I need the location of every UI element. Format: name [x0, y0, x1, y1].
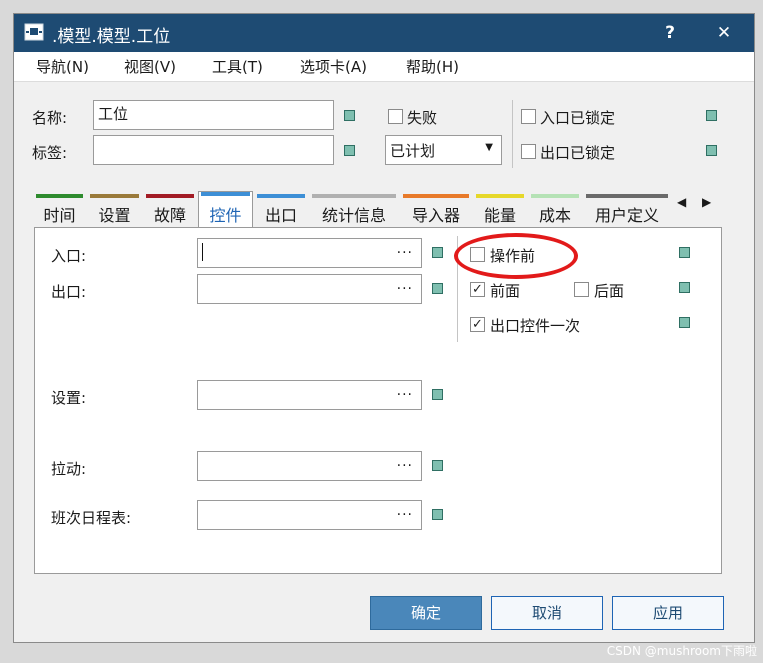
tab-color-bar [36, 194, 83, 198]
cancel-button[interactable]: 取消 [491, 596, 603, 630]
tab-label: 出口 [264, 206, 297, 225]
menu-bar: 导航(N) 视图(V) 工具(T) 选项卡(A) 帮助(H) [14, 52, 754, 82]
tab-label: 能量 [483, 206, 516, 225]
before-operation-indicator-icon[interactable] [679, 247, 690, 258]
failed-label: 失败 [407, 109, 438, 127]
pull-indicator-icon[interactable] [432, 460, 443, 471]
tab-cost[interactable]: 成本 [529, 194, 581, 226]
tab-color-bar [201, 192, 250, 196]
tab-time[interactable]: 时间 [34, 194, 85, 226]
apply-button[interactable]: 应用 [612, 596, 724, 630]
highlight-circle [454, 233, 578, 279]
title-bar: .模型.模型.工位 ? ✕ [14, 14, 754, 52]
exit-label: 出口: [51, 283, 87, 301]
tab-failures[interactable]: 故障 [144, 194, 196, 226]
shift-calendar-field[interactable]: ... [197, 500, 422, 530]
pull-label: 拉动: [51, 460, 87, 478]
setup-label: 设置: [51, 389, 87, 407]
tab-color-bar [476, 194, 524, 198]
station-icon [24, 23, 44, 41]
tab-color-bar [146, 194, 194, 198]
close-button[interactable]: ✕ [710, 20, 738, 46]
tag-field[interactable] [93, 135, 334, 165]
tab-prev-icon[interactable]: ◀ [677, 195, 686, 209]
dialog-window: .模型.模型.工位 ? ✕ 导航(N) 视图(V) 工具(T) 选项卡(A) 帮… [13, 13, 755, 643]
setup-indicator-icon[interactable] [432, 389, 443, 400]
exit-control-once-indicator-icon[interactable] [679, 317, 690, 328]
exit-locked-indicator-icon[interactable] [706, 145, 717, 156]
name-field[interactable]: 工位 [93, 100, 334, 130]
tab-color-bar [586, 194, 668, 198]
exit-control-once-label: 出口控件一次 [490, 317, 581, 335]
browse-button[interactable]: ... [397, 383, 413, 399]
menu-help[interactable]: 帮助(H) [406, 56, 459, 77]
tab-color-bar [312, 194, 396, 198]
text-caret [202, 243, 203, 261]
tab-energy[interactable]: 能量 [474, 194, 526, 226]
failed-checkbox[interactable] [388, 109, 403, 124]
exit-control-once-checkbox[interactable]: ✓ [470, 317, 485, 332]
exit-indicator-icon[interactable] [432, 283, 443, 294]
front-checkbox[interactable]: ✓ [470, 282, 485, 297]
pull-field[interactable]: ... [197, 451, 422, 481]
tag-indicator-icon[interactable] [344, 145, 355, 156]
entry-locked-checkbox[interactable] [521, 109, 536, 124]
browse-button[interactable]: ... [397, 454, 413, 470]
tab-setup[interactable]: 设置 [88, 194, 141, 226]
browse-button[interactable]: ... [397, 503, 413, 519]
tab-color-bar [257, 194, 305, 198]
tab-next-icon[interactable]: ▶ [702, 195, 711, 209]
tab-color-bar [90, 194, 139, 198]
name-indicator-icon[interactable] [344, 110, 355, 121]
chevron-down-icon: ▼ [485, 142, 493, 153]
window-title: .模型.模型.工位 [52, 27, 171, 47]
back-checkbox[interactable] [574, 282, 589, 297]
tab-label: 用户定义 [594, 206, 659, 225]
tab-label: 成本 [538, 206, 571, 225]
shift-calendar-label: 班次日程表: [51, 509, 132, 527]
help-button[interactable]: ? [656, 20, 684, 46]
header-divider [512, 100, 513, 168]
exit-field[interactable]: ... [197, 274, 422, 304]
browse-button[interactable]: ... [397, 241, 413, 257]
tab-importer[interactable]: 导入器 [401, 194, 471, 226]
tab-controls[interactable]: 控件 [198, 191, 253, 228]
plan-value: 已计划 [390, 142, 436, 160]
tab-statistics[interactable]: 统计信息 [310, 194, 398, 226]
shift-calendar-indicator-icon[interactable] [432, 509, 443, 520]
entry-locked-indicator-icon[interactable] [706, 110, 717, 121]
menu-tabs[interactable]: 选项卡(A) [300, 56, 367, 77]
browse-button[interactable]: ... [397, 277, 413, 293]
entry-indicator-icon[interactable] [432, 247, 443, 258]
tab-label: 统计信息 [321, 206, 386, 225]
menu-navigate[interactable]: 导航(N) [36, 56, 89, 77]
back-label: 后面 [594, 282, 625, 300]
tab-label: 时间 [43, 206, 76, 225]
front-back-indicator-icon[interactable] [679, 282, 690, 293]
setup-field[interactable]: ... [197, 380, 422, 410]
entry-field[interactable]: ... [197, 238, 422, 268]
menu-view[interactable]: 视图(V) [124, 56, 176, 77]
tab-exit[interactable]: 出口 [255, 194, 307, 226]
tab-color-bar [531, 194, 579, 198]
exit-locked-checkbox[interactable] [521, 144, 536, 159]
plan-dropdown[interactable]: 已计划 ▼ [385, 135, 502, 165]
name-label: 名称: [32, 109, 68, 127]
tab-label: 设置 [98, 206, 131, 225]
tag-label: 标签: [32, 144, 68, 162]
ok-button[interactable]: 确定 [370, 596, 482, 630]
tab-user-defined[interactable]: 用户定义 [584, 194, 670, 226]
tab-label: 导入器 [411, 206, 460, 225]
exit-locked-label: 出口已锁定 [540, 144, 616, 162]
tab-color-bar [403, 194, 469, 198]
entry-label: 入口: [51, 247, 87, 265]
tab-label: 故障 [153, 206, 186, 225]
front-label: 前面 [490, 282, 521, 300]
watermark: CSDN @mushroom下雨啦 [606, 644, 757, 658]
tab-label: 控件 [209, 206, 242, 225]
entry-locked-label: 入口已锁定 [540, 109, 616, 127]
menu-tools[interactable]: 工具(T) [212, 56, 263, 77]
